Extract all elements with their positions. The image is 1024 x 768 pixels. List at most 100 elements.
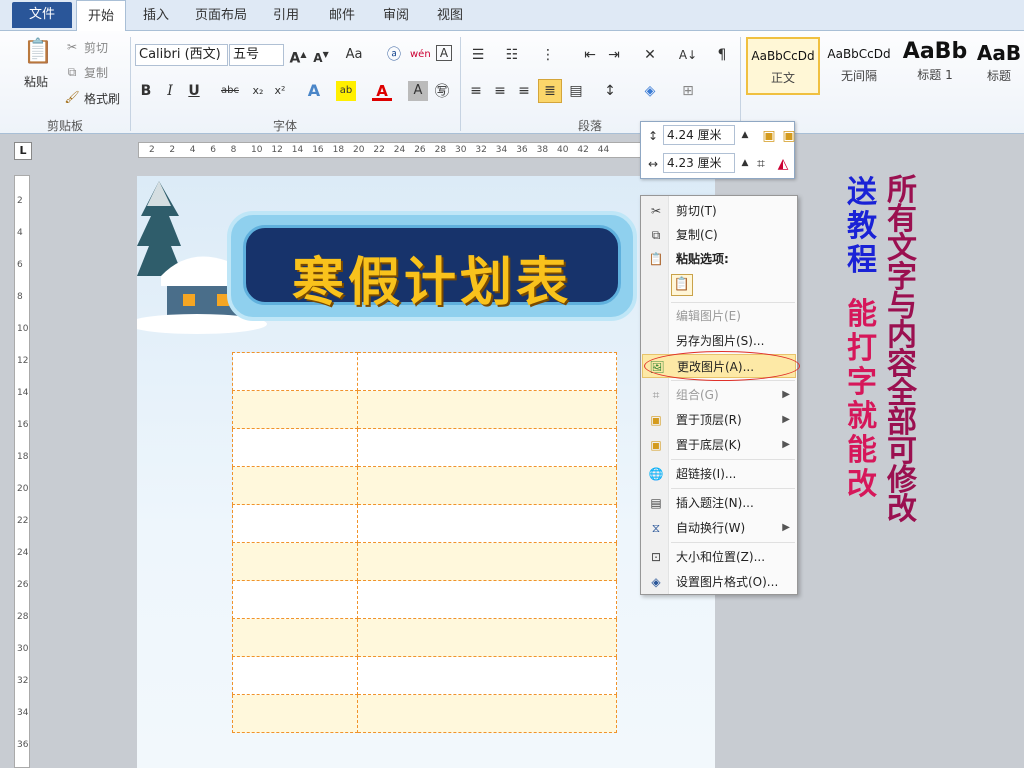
table-row[interactable] (232, 504, 618, 543)
format-painter-button[interactable]: 格式刷 (84, 90, 120, 107)
table-cell[interactable] (356, 656, 618, 695)
cut-button[interactable]: 剪切 (84, 39, 108, 56)
font-color-icon[interactable]: A (372, 81, 392, 101)
table-cell[interactable] (232, 428, 358, 467)
align-right-icon[interactable]: ≡ (514, 81, 534, 101)
menu-item-size-position[interactable]: ⊡ 大小和位置(Z)... (642, 545, 796, 569)
character-border-icon[interactable]: A (436, 45, 452, 61)
menu-item-cut[interactable]: ✂ 剪切(T) (642, 199, 796, 223)
font-name-combo[interactable]: Calibri (西文) (135, 44, 228, 66)
table-cell[interactable] (356, 580, 618, 619)
phonetic-guide-icon[interactable]: wén (410, 45, 431, 65)
tab-view[interactable]: 视图 (426, 0, 474, 31)
height-spinner[interactable]: ▲ (735, 125, 755, 145)
vertical-ruler[interactable]: 2 4 6 8 10 12 14 16 18 20 22 24 26 28 30 32 34 36 (14, 175, 30, 768)
style-normal[interactable]: AaBbCcDd 正文 (746, 37, 820, 95)
scissors-icon[interactable]: ✂ (62, 37, 82, 57)
clear-format-icon[interactable]: ⓐ (384, 45, 404, 65)
table-cell[interactable] (232, 390, 358, 429)
send-backward-icon[interactable]: ▣ (779, 126, 799, 146)
menu-item-copy[interactable]: ⧉ 复制(C) (642, 223, 796, 247)
tab-references[interactable]: 引用 (262, 0, 310, 31)
plan-table[interactable] (232, 352, 618, 733)
table-cell[interactable] (356, 694, 618, 733)
tab-mailings[interactable]: 邮件 (318, 0, 366, 31)
character-shading-icon[interactable]: A (408, 81, 428, 101)
grow-font-icon[interactable]: A▲ (288, 45, 308, 67)
align-left-icon[interactable]: ≡ (466, 81, 486, 101)
table-cell[interactable] (232, 694, 358, 733)
tab-page-layout[interactable]: 页面布局 (186, 0, 256, 31)
tab-review[interactable]: 审阅 (372, 0, 420, 31)
table-cell[interactable] (356, 466, 618, 505)
table-row[interactable] (232, 694, 618, 733)
document-page[interactable]: 寒假计划表 (137, 176, 715, 768)
menu-item-insert-caption[interactable]: ▤ 插入题注(N)... (642, 491, 796, 515)
menu-item-hyperlink[interactable]: 🌐 超链接(I)... (642, 462, 796, 486)
menu-item-wrap-text[interactable]: ⧖ 自动换行(W) ▶ (642, 516, 796, 540)
table-cell[interactable] (232, 580, 358, 619)
menu-item-save-as-picture[interactable]: 另存为图片(S)... (642, 329, 796, 353)
shading-icon[interactable]: ◈ (640, 81, 660, 101)
style-heading-1[interactable]: AaBb 标题 1 (898, 37, 972, 95)
multilevel-list-icon[interactable]: ⋮ (538, 45, 558, 65)
increase-indent-icon[interactable]: ⇥ (604, 45, 624, 65)
table-cell[interactable] (356, 352, 618, 391)
table-row[interactable] (232, 466, 618, 505)
copy-icon[interactable]: ⧉ (62, 62, 82, 82)
table-row[interactable] (232, 542, 618, 581)
crop-icon[interactable]: ⌗ (751, 154, 771, 174)
paste-icon[interactable]: 📋 (22, 35, 54, 67)
align-center-icon[interactable]: ≡ (490, 81, 510, 101)
numbering-icon[interactable]: ☷ (502, 45, 522, 65)
table-cell[interactable] (232, 656, 358, 695)
table-cell[interactable] (356, 618, 618, 657)
bold-icon[interactable]: B (136, 81, 156, 101)
enclose-characters-icon[interactable]: ㊢ (432, 81, 452, 101)
chinese-layout-icon[interactable]: ✕ (640, 45, 660, 65)
borders-icon[interactable]: ⊞ (678, 81, 698, 101)
text-effects-icon[interactable]: A (304, 81, 324, 101)
change-case-icon[interactable]: Aa (344, 45, 364, 65)
menu-item-send-to-back[interactable]: ▣ 置于底层(K) ▶ (642, 433, 796, 457)
table-row[interactable] (232, 580, 618, 619)
sort-icon[interactable]: A↓ (678, 45, 698, 65)
table-row[interactable] (232, 428, 618, 467)
bullets-icon[interactable]: ☰ (468, 45, 488, 65)
style-no-spacing[interactable]: AaBbCcDd 无间隔 (822, 37, 896, 95)
subscript-icon[interactable]: x₂ (248, 81, 268, 101)
table-cell[interactable] (232, 542, 358, 581)
table-row[interactable] (232, 656, 618, 695)
underline-icon[interactable]: U (184, 81, 204, 101)
shrink-font-icon[interactable]: A▼ (311, 45, 331, 65)
tab-home[interactable]: 开始 (76, 0, 126, 32)
tab-file[interactable]: 文件 (12, 2, 72, 28)
paste-button[interactable]: 粘贴 (24, 73, 48, 90)
width-field[interactable]: 4.23 厘米 (663, 153, 735, 173)
tab-insert[interactable]: 插入 (132, 0, 180, 31)
decrease-indent-icon[interactable]: ⇤ (580, 45, 600, 65)
highlight-icon[interactable]: ab (336, 81, 356, 101)
bring-forward-icon[interactable]: ▣ (759, 126, 779, 146)
justify-icon[interactable]: ≣ (538, 79, 562, 103)
show-marks-icon[interactable]: ¶ (712, 45, 732, 65)
line-spacing-icon[interactable]: ↕ (600, 81, 620, 101)
distributed-icon[interactable]: ▤ (566, 81, 586, 101)
height-field[interactable]: 4.24 厘米 (663, 125, 735, 145)
table-cell[interactable] (232, 618, 358, 657)
superscript-icon[interactable]: x² (270, 81, 290, 101)
shape-fill-icon[interactable]: ◭ (773, 154, 793, 174)
style-heading[interactable]: AaB 标题 (974, 37, 1024, 95)
table-cell[interactable] (356, 542, 618, 581)
table-cell[interactable] (356, 504, 618, 543)
font-size-combo[interactable]: 五号 (229, 44, 284, 66)
table-cell[interactable] (356, 390, 618, 429)
table-cell[interactable] (232, 466, 358, 505)
copy-button[interactable]: 复制 (84, 64, 108, 81)
table-row[interactable] (232, 352, 618, 391)
italic-icon[interactable]: I (160, 81, 180, 101)
table-row[interactable] (232, 390, 618, 429)
menu-item-format-picture[interactable]: ◈ 设置图片格式(O)... (642, 570, 796, 594)
horizontal-ruler[interactable]: 2 2 4 6 8 10 12 14 16 18 20 22 24 26 28 30 32 34 36 38 40 42 4… (138, 142, 658, 158)
strikethrough-icon[interactable]: abc (220, 81, 240, 101)
